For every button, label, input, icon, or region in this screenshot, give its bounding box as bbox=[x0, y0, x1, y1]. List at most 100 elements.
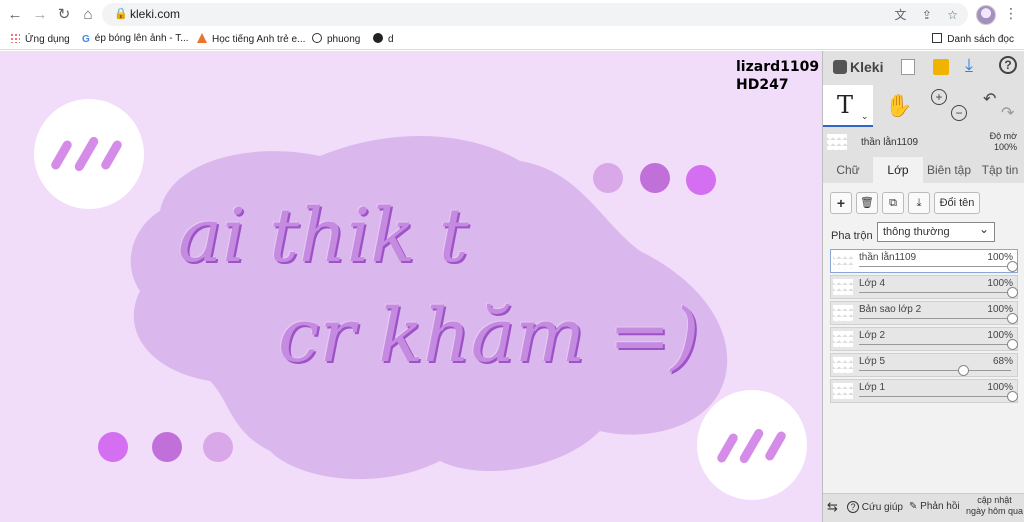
duplicate-layer-button[interactable]: ⧉ bbox=[882, 192, 904, 214]
update-info[interactable]: cập nhật ngày hôm qua bbox=[966, 495, 1023, 517]
layer-opacity-handle[interactable] bbox=[1007, 339, 1018, 350]
swap-side-icon[interactable]: ⇆ bbox=[827, 499, 838, 515]
share-icon[interactable]: ⇪ bbox=[922, 8, 932, 22]
download-icon[interactable]: ⤓ bbox=[965, 55, 973, 76]
help-link[interactable]: ? Cứu giúp bbox=[847, 501, 903, 513]
reload-icon[interactable]: ↻ bbox=[53, 4, 75, 26]
triangle-logo-icon bbox=[197, 33, 207, 43]
blend-mode-select[interactable]: thông thường bbox=[877, 220, 995, 242]
canvas-text-line1: ai thik t bbox=[178, 193, 469, 279]
delete-layer-button[interactable]: 🗑 bbox=[856, 192, 878, 214]
stroke-mark bbox=[763, 429, 788, 463]
blend-label: Pha trộn bbox=[831, 230, 873, 242]
layer-opacity-handle[interactable] bbox=[1007, 287, 1018, 298]
browser-toolbar: ← → ↻ ⌂ 🔒 kleki.com 文 ⇪ ☆ ⋮ bbox=[0, 0, 1024, 30]
layer-row[interactable]: Lớp 1 100% bbox=[830, 379, 1018, 403]
rename-layer-button[interactable]: Đổi tên bbox=[934, 192, 980, 214]
hand-tool-icon[interactable]: ✋ bbox=[885, 93, 912, 119]
stroke-mark bbox=[715, 431, 740, 465]
dot-light bbox=[203, 432, 233, 462]
opacity-value: 100% bbox=[993, 142, 1017, 152]
reading-list[interactable]: Danh sách đọc bbox=[932, 33, 1014, 45]
layer-opacity-handle[interactable] bbox=[957, 365, 969, 376]
feedback-link[interactable]: ✎ Phản hồi bbox=[909, 501, 960, 512]
tab-text[interactable]: Chữ bbox=[823, 157, 873, 183]
bookmark-google[interactable]: Gép bóng lên ảnh - T... bbox=[82, 33, 189, 45]
layer-name: Lớp 2 bbox=[859, 330, 886, 341]
dot-mid bbox=[640, 163, 670, 193]
text-tool[interactable]: T ⌄ bbox=[823, 85, 873, 127]
layer-row[interactable]: Lớp 2 100% bbox=[830, 327, 1018, 351]
trash-icon: 🗑 bbox=[860, 197, 874, 209]
duplicate-icon: ⧉ bbox=[889, 197, 897, 209]
apps-grid-icon bbox=[10, 33, 20, 43]
bookmark-phuong[interactable]: phuong bbox=[312, 33, 360, 45]
layer-opacity-handle[interactable] bbox=[1007, 261, 1018, 272]
layer-opacity-handle[interactable] bbox=[1007, 391, 1018, 402]
bookmark-hoc-tieng-anh[interactable]: Học tiếng Anh trẻ e... bbox=[197, 33, 305, 45]
layer-opacity-slider[interactable] bbox=[859, 344, 1011, 345]
zoom-in-icon[interactable]: + bbox=[931, 89, 947, 105]
white-circle-top-left bbox=[34, 99, 144, 209]
text-tool-icon: T bbox=[837, 91, 854, 119]
reading-list-icon bbox=[932, 33, 943, 43]
opacity-label: Độ mờ bbox=[989, 131, 1017, 141]
browser-menu-icon[interactable]: ⋮ bbox=[1004, 5, 1018, 22]
stroke-mark bbox=[99, 138, 124, 172]
merge-layer-button[interactable]: ⤓ bbox=[908, 192, 930, 214]
layer-row[interactable]: thần lằn1109 100% bbox=[830, 249, 1018, 273]
current-layer-name: thần lằn1109 bbox=[861, 137, 919, 148]
timer-icon bbox=[312, 33, 322, 43]
lock-icon: 🔒 bbox=[114, 8, 128, 20]
canvas-text-line2: cr khăm =) bbox=[278, 293, 700, 379]
kleki-logo-icon bbox=[833, 60, 847, 74]
zoom-out-icon[interactable]: − bbox=[951, 105, 967, 121]
drawing-canvas[interactable]: ai thik t cr khăm =) lizard1109 HD247 bbox=[0, 51, 822, 522]
forward-arrow-icon[interactable]: → bbox=[29, 4, 51, 26]
current-layer-thumb bbox=[827, 134, 847, 150]
stroke-mark bbox=[73, 135, 100, 173]
help-icon[interactable]: ? bbox=[999, 56, 1017, 74]
bookmarks-bar: Ứng dụng Gép bóng lên ảnh - T... Học tiế… bbox=[0, 30, 1024, 50]
tab-file[interactable]: Tập tin bbox=[975, 157, 1024, 183]
stroke-mark bbox=[49, 138, 74, 172]
tab-layers[interactable]: Lớp bbox=[873, 157, 923, 183]
layer-opacity-slider[interactable] bbox=[859, 396, 1011, 397]
layer-thumbnail bbox=[833, 357, 853, 373]
layer-name: Bản sao lớp 2 bbox=[859, 304, 922, 315]
add-layer-button[interactable]: + bbox=[830, 192, 852, 214]
layer-opacity: 68% bbox=[992, 356, 1013, 367]
layer-opacity-slider[interactable] bbox=[859, 266, 1011, 267]
redo-icon[interactable]: ↷ bbox=[1001, 103, 1014, 123]
layer-opacity-slider[interactable] bbox=[859, 370, 1011, 371]
layer-row[interactable]: Lớp 5 68% bbox=[830, 353, 1018, 377]
layer-opacity-slider[interactable] bbox=[859, 318, 1011, 319]
tab-edit[interactable]: Biên tập bbox=[923, 157, 975, 183]
new-file-icon[interactable] bbox=[901, 59, 915, 75]
star-icon[interactable]: ☆ bbox=[947, 8, 958, 22]
save-icon[interactable] bbox=[933, 59, 949, 75]
opacity-readout: Độ mờ 100% bbox=[990, 131, 1017, 153]
layer-opacity-handle[interactable] bbox=[1007, 313, 1018, 324]
home-icon[interactable]: ⌂ bbox=[77, 4, 99, 26]
layer-name: Lớp 4 bbox=[859, 278, 886, 289]
layer-row[interactable]: Lớp 4 100% bbox=[830, 275, 1018, 299]
bookmark-apps[interactable]: Ứng dụng bbox=[10, 33, 70, 45]
address-bar[interactable]: 🔒 kleki.com 文 ⇪ ☆ bbox=[102, 3, 968, 26]
layer-opacity-slider[interactable] bbox=[859, 292, 1011, 293]
bookmark-d[interactable]: d bbox=[373, 33, 394, 45]
kleki-logo[interactable]: Kleki bbox=[833, 59, 883, 75]
back-arrow-icon[interactable]: ← bbox=[4, 4, 26, 26]
current-layer-row: thần lằn1109 Độ mờ 100% bbox=[823, 129, 1024, 155]
profile-avatar[interactable] bbox=[976, 5, 996, 25]
translate-icon[interactable]: 文 bbox=[894, 8, 906, 22]
dot-dark bbox=[686, 165, 716, 195]
undo-icon[interactable]: ↶ bbox=[983, 89, 996, 109]
layer-thumbnail bbox=[833, 305, 853, 321]
panel-header: Kleki ⤓ ? bbox=[823, 51, 1024, 85]
layer-name: Lớp 1 bbox=[859, 382, 886, 393]
stroke-mark bbox=[738, 427, 765, 465]
layer-row[interactable]: Bản sao lớp 2 100% bbox=[830, 301, 1018, 325]
merge-down-icon: ⤓ bbox=[916, 197, 922, 209]
layer-thumbnail bbox=[833, 383, 853, 399]
